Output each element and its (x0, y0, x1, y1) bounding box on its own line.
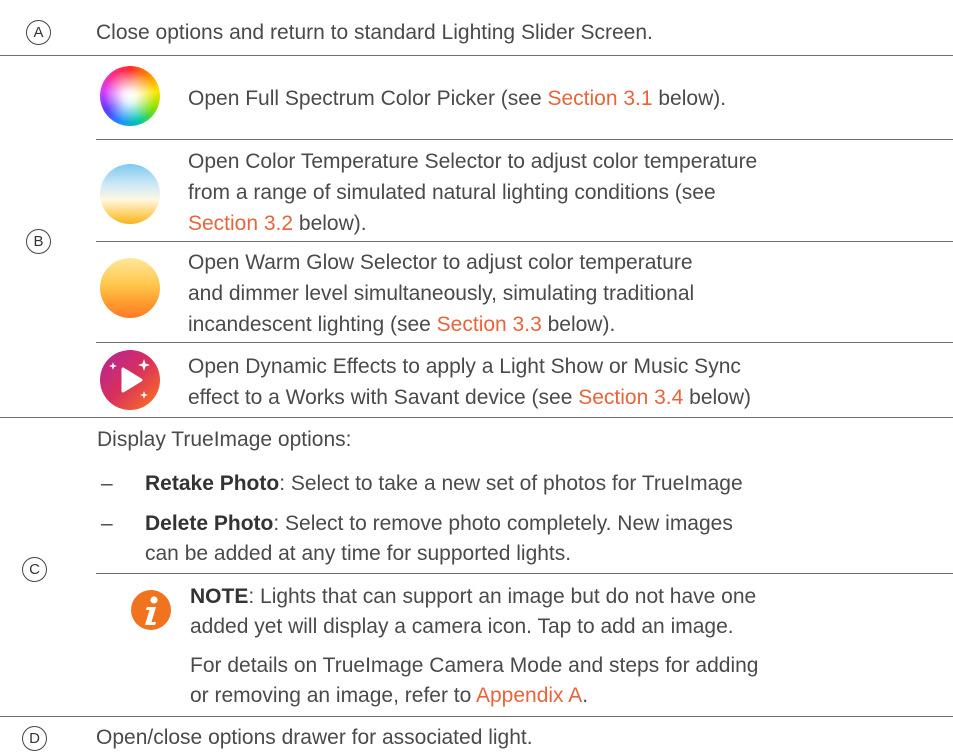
section-3-4-link[interactable]: Section 3.4 (578, 386, 683, 409)
dynamic-effects-line2: effect to a Works with Savant device (se… (188, 386, 752, 409)
section-3-3-link[interactable]: Section 3.3 (437, 313, 542, 336)
warm-glow-line1: Open Warm Glow Selector to adjust color … (188, 251, 693, 274)
bullet-dash: – (101, 512, 113, 535)
row-a-description: Close options and return to standard Lig… (96, 21, 653, 44)
row-a-divider (0, 55, 953, 56)
row-b-divider (0, 417, 953, 418)
color-temperature-line3: Section 3.2 below). (188, 212, 367, 235)
section-3-1-link[interactable]: Section 3.1 (547, 87, 652, 110)
row-b-item1-divider (96, 139, 953, 140)
row-c-inner-divider (96, 573, 953, 574)
retake-photo-item: Retake Photo: Select to take a new set o… (145, 472, 743, 495)
trueimage-intro: Display TrueImage options: (97, 428, 352, 451)
row-b-item3-divider (96, 342, 953, 343)
note-line1: NOTE: Lights that can support an image b… (190, 585, 757, 608)
section-3-2-link[interactable]: Section 3.2 (188, 212, 293, 235)
row-b-item2-divider (96, 241, 953, 242)
warm-glow-line3: incandescent lighting (see Section 3.3 b… (188, 313, 616, 336)
note-line2: added yet will display a camera icon. Ta… (190, 615, 734, 638)
warm-glow-line2: and dimmer level simultaneously, simulat… (188, 282, 695, 305)
bullet-dash: – (101, 472, 113, 495)
row-d-description: Open/close options drawer for associated… (96, 726, 533, 749)
row-c-divider (0, 716, 953, 717)
dynamic-effects-line1: Open Dynamic Effects to apply a Light Sh… (188, 355, 741, 378)
row-c-marker: C (22, 557, 47, 582)
color-temperature-line1: Open Color Temperature Selector to adjus… (188, 150, 758, 173)
appendix-a-link[interactable]: Appendix A (476, 684, 582, 707)
delete-photo-line2: can be added at any time for supported l… (145, 542, 572, 565)
info-icon (131, 590, 171, 630)
row-a-marker: A (26, 20, 51, 45)
full-spectrum-icon (100, 66, 160, 126)
note-line4: or removing an image, refer to Appendix … (190, 684, 589, 707)
row-d-marker: D (22, 726, 47, 751)
note-line3: For details on TrueImage Camera Mode and… (190, 654, 759, 677)
row-b-marker: B (26, 229, 51, 254)
color-temperature-icon (100, 164, 160, 224)
warm-glow-icon (100, 258, 160, 318)
delete-photo-line1: Delete Photo: Select to remove photo com… (145, 512, 733, 535)
dynamic-effects-icon (100, 350, 160, 410)
color-picker-description: Open Full Spectrum Color Picker (see Sec… (188, 87, 727, 110)
color-temperature-line2: from a range of simulated natural lighti… (188, 181, 716, 204)
